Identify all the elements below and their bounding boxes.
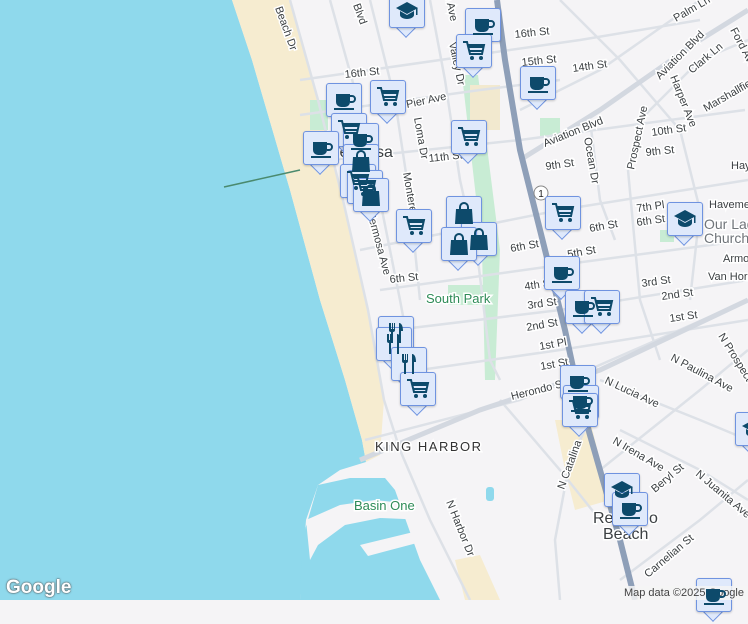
- marker-box: [520, 66, 556, 100]
- coffee-icon: [331, 88, 357, 112]
- marker-box: [735, 412, 748, 446]
- map-marker-cart[interactable]: [584, 290, 622, 336]
- label: 6th St: [509, 238, 539, 255]
- label: 16th St: [514, 25, 550, 41]
- marker-box: [446, 196, 482, 230]
- marker-box: [545, 196, 581, 230]
- marker-box: [696, 578, 732, 612]
- marker-box: [584, 290, 620, 324]
- map-marker-cart[interactable]: [562, 393, 600, 439]
- coffee-icon: [617, 497, 643, 521]
- marker-box: [451, 120, 487, 154]
- label: N Harbor Dr: [443, 499, 476, 559]
- coffee-icon: [525, 71, 551, 95]
- label: 14th St: [572, 58, 608, 75]
- label: Blvd: [350, 2, 369, 26]
- marker-box: [400, 372, 436, 406]
- map-marker-cart[interactable]: [396, 209, 434, 255]
- cart-icon: [401, 214, 427, 238]
- svg-text:1: 1: [538, 189, 544, 200]
- map-marker-coffee[interactable]: [612, 492, 650, 538]
- restaurant-icon: [396, 352, 422, 376]
- marker-box: [353, 178, 389, 212]
- marker-box: [391, 347, 427, 381]
- marker-box: [456, 34, 492, 68]
- school-icon: [672, 207, 698, 231]
- label: 6th St: [389, 271, 419, 286]
- map-marker-cart[interactable]: [456, 34, 494, 80]
- label: e Ave: [442, 0, 459, 22]
- label: Marshallfie: [702, 78, 748, 115]
- marker-box: [326, 83, 362, 117]
- bag-icon: [451, 201, 477, 225]
- coffee-icon: [549, 261, 575, 285]
- map-marker-cart[interactable]: [451, 120, 489, 166]
- water-label-basin-one: Basin One: [354, 498, 415, 513]
- label: 2nd St: [525, 317, 558, 334]
- park-label: South Park: [426, 291, 491, 306]
- label: Church: [704, 230, 748, 246]
- marker-box: [441, 227, 477, 261]
- coffee-icon: [470, 13, 496, 37]
- cart-icon: [550, 201, 576, 225]
- map-marker-cart[interactable]: [400, 372, 438, 418]
- label: Armour: [723, 253, 748, 265]
- marker-box: [612, 492, 648, 526]
- map-marker-cart[interactable]: [545, 196, 583, 242]
- marker-box: [370, 80, 406, 114]
- marker-box: [562, 393, 598, 427]
- marker-box: [396, 209, 432, 243]
- label: 3rd St: [641, 274, 672, 290]
- label: 16th St: [344, 65, 380, 81]
- cart-icon: [405, 377, 431, 401]
- marker-box: [465, 8, 501, 42]
- map-marker-school[interactable]: [735, 412, 748, 458]
- cart-icon: [589, 295, 615, 319]
- label: Herondo St: [510, 378, 567, 403]
- sand-south: [455, 555, 500, 600]
- bag-icon: [446, 232, 472, 256]
- area-label-king-harbor: KING HARBOR: [375, 439, 483, 454]
- label: 6th St: [588, 218, 618, 235]
- map-marker-bag[interactable]: [353, 178, 391, 224]
- bag-icon: [358, 183, 384, 207]
- label: Havemeyer: [709, 199, 748, 211]
- label: 9th St: [645, 144, 675, 159]
- label: 6th St: [636, 213, 666, 229]
- label: 2nd St: [661, 287, 694, 303]
- label: Hay: [731, 160, 748, 172]
- school-icon: [394, 0, 420, 23]
- google-logo: Google: [6, 577, 71, 599]
- coffee-icon: [701, 583, 727, 607]
- map-marker-coffee[interactable]: [696, 578, 734, 624]
- map-marker-cart[interactable]: [370, 80, 408, 126]
- map-marker-school[interactable]: [389, 0, 427, 40]
- coffee-icon: [308, 136, 334, 160]
- cart-icon: [456, 125, 482, 149]
- map-marker-school[interactable]: [667, 202, 705, 248]
- label: Prospect Ave: [625, 105, 650, 171]
- cart-icon: [461, 39, 487, 63]
- map-attribution[interactable]: Map data ©2025 Google: [620, 586, 748, 600]
- map-marker-coffee[interactable]: [520, 66, 558, 112]
- label: Van Horne: [708, 271, 748, 283]
- cart-icon: [375, 85, 401, 109]
- marker-box: [544, 256, 580, 290]
- label: Ocean Dr: [581, 136, 601, 185]
- cart-icon: [567, 398, 593, 422]
- marker-box: [667, 202, 703, 236]
- school-icon: [740, 417, 748, 441]
- label: N Lucia Ave: [603, 375, 661, 411]
- label: 9th St: [545, 157, 575, 173]
- label: Pier Ave: [405, 91, 447, 111]
- marker-box: [303, 131, 339, 165]
- pond: [486, 487, 494, 501]
- marker-box: [389, 0, 425, 28]
